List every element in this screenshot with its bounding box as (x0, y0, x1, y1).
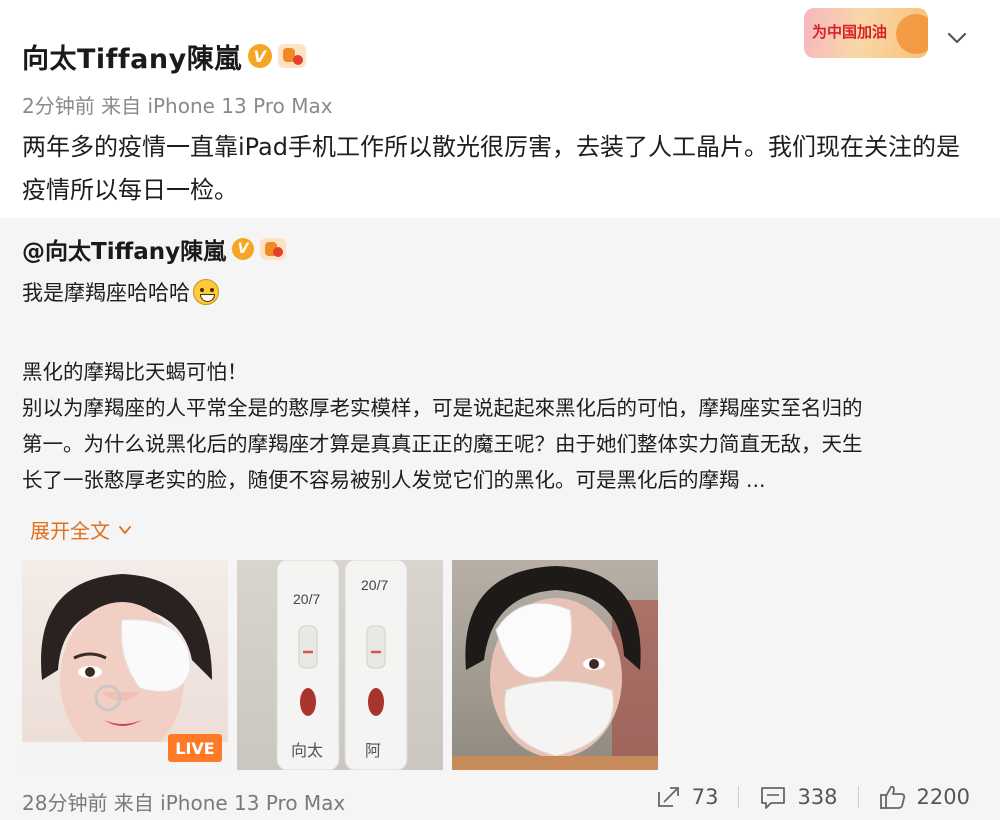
post-meta: 2分钟前 来自 iPhone 13 Pro Max (22, 94, 333, 118)
strip-date-label: 20/7 (293, 591, 320, 607)
comment-icon (761, 787, 786, 809)
chevron-down-icon[interactable] (945, 26, 969, 50)
photo-masked-selfie-icon (452, 566, 658, 770)
expand-label: 展开全文 (30, 519, 110, 543)
divider (738, 786, 740, 808)
repost-body-line: 第一。为什么说黑化后的摩羯座才算是真真正正的魔王呢？由于她们整体实力简直无敌，天… (22, 432, 863, 456)
photo-thumbnail[interactable]: LIVE (22, 560, 228, 770)
repost-author-row: @向太Tiffany陳嵐 V (22, 232, 287, 266)
action-bar: 73 338 2200 (656, 784, 970, 810)
strip-name-label: 阿 (365, 741, 381, 760)
repost-mention[interactable]: @向太Tiffany陳嵐 (22, 232, 226, 266)
event-badge[interactable]: 为中国加油 (804, 8, 928, 58)
divider (857, 786, 859, 808)
repost-body: 黑化的摩羯比天蝎可怕！ 别以为摩羯座的人平常全是的憨厚老实模样，可是说起起來黑化… (22, 354, 962, 498)
author-name[interactable]: 向太Tiffany陳嵐 (22, 37, 242, 76)
strip-name-label: 向太 (291, 741, 323, 760)
event-badge-label: 为中国加油 (812, 23, 888, 41)
like-count: 2200 (916, 785, 970, 809)
image-grid: LIVE 20/7 20/7 向太 阿 (22, 560, 660, 770)
repost-meta: 28分钟前 来自 iPhone 13 Pro Max (22, 791, 346, 815)
repost-count: 73 (691, 785, 719, 809)
photo-thumbnail[interactable] (452, 560, 658, 770)
reposted-content[interactable]: @向太Tiffany陳嵐 V 我是摩羯座哈哈哈 黑化的摩羯比天蝎可怕！ 别以为摩… (0, 218, 1000, 820)
expand-full-text-link[interactable]: 展开全文 (30, 515, 132, 544)
repost-button[interactable]: 73 (656, 784, 719, 810)
live-photo-badge: LIVE (168, 734, 222, 762)
member-level-icon (260, 238, 287, 260)
original-post: 向太Tiffany陳嵐 V 为中国加油 2分钟前 来自 iPhone 13 Pr… (0, 0, 1000, 218)
repost-icon (657, 787, 679, 807)
repost-body-line: 别以为摩羯座的人平常全是的憨厚老实模样，可是说起起來黑化后的可怕，摩羯座实至名归… (22, 396, 863, 420)
verified-icon: V (232, 238, 255, 260)
chevron-down-icon (119, 525, 131, 534)
comment-count: 338 (797, 785, 838, 809)
event-badge-decoration (896, 14, 928, 54)
repost-body-line: 黑化的摩羯比天蝎可怕！ (22, 360, 248, 384)
strip-date-label: 20/7 (361, 577, 388, 593)
repost-body-line: 长了一张憨厚老实的脸，随便不容易被别人发觉它们的黑化。可是黑化后的摩羯 ... (22, 468, 766, 492)
post-text: 两年多的疫情一直靠iPad手机工作所以散光很厉害，去装了人工晶片。我们现在关注的… (22, 133, 961, 204)
repost-first-line-text: 我是摩羯座哈哈哈 (22, 281, 190, 305)
comment-button[interactable]: 338 (759, 784, 838, 810)
member-level-icon (277, 44, 306, 68)
grin-emoji-icon (193, 279, 219, 305)
like-button[interactable]: 2200 (879, 784, 970, 810)
repost-first-line: 我是摩羯座哈哈哈 (22, 277, 219, 307)
thumbs-up-icon (879, 785, 905, 809)
verified-icon: V (247, 44, 272, 68)
author-row: 向太Tiffany陳嵐 V (22, 36, 306, 76)
photo-test-strips-icon: 20/7 20/7 向太 阿 (276, 560, 408, 770)
photo-thumbnail[interactable]: 20/7 20/7 向太 阿 (237, 560, 443, 770)
